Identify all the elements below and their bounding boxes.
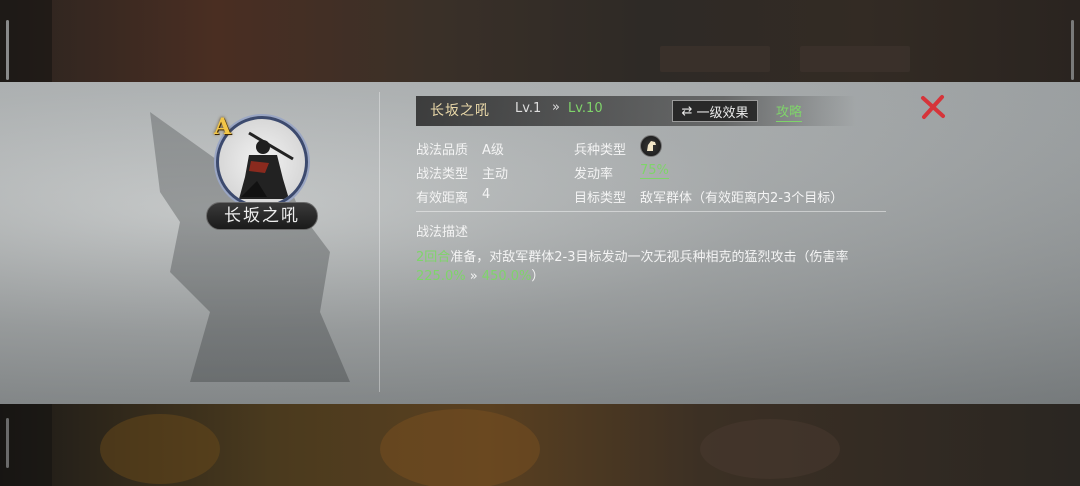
scrollbar-left-top[interactable] [6,20,9,80]
guide-link[interactable]: 攻略 [776,101,803,122]
troop-type-label: 兵种类型 [574,143,627,158]
scrollbar-left-bottom[interactable] [6,418,9,468]
prep-turns: 2回合 [416,250,451,265]
skill-level: Lv.1 [515,101,542,116]
quality-label: 战法品质 [416,143,469,158]
description-main: 准备，对敌军群体2-3目标发动一次无视兵种相克的猛烈攻击（伤害率 [450,250,849,265]
close-icon [921,95,945,119]
quality-value: A级 [482,143,504,158]
trigger-rate-label: 发动率 [574,167,614,182]
range-label: 有效距离 [416,191,469,206]
skill-title: 长坂之吼 [430,103,490,119]
type-value: 主动 [482,167,509,182]
cavalry-horse-icon [640,135,662,157]
level-effect-button[interactable]: ⇄ 一级效果 [672,100,758,122]
target-type-label: 目标类型 [574,191,627,206]
scrollbar-right[interactable] [1071,20,1074,80]
attributes-divider [416,211,886,212]
damage-rate-to: 450.0% [481,269,532,284]
level-effect-label: 一级效果 [696,105,749,121]
skill-detail-panel: A 长坂之吼 长坂之吼 Lv.1 » Lv.10 ⇄ 一级效果 攻略 战法品质 … [0,82,1080,404]
background-bottom [0,404,1080,486]
description-end: ） [531,269,545,284]
skill-grade-badge: A [214,114,232,140]
close-button[interactable] [918,92,948,122]
target-type-value: 敌军群体（有效距离内2-3个目标） [640,191,844,206]
background-top [0,0,1080,82]
type-label: 战法类型 [416,167,469,182]
range-value: 4 [482,187,491,202]
damage-arrow: » [465,269,482,284]
background-tab [660,46,770,72]
background-tab [800,46,910,72]
description-text: 2回合准备，对敌军群体2-3目标发动一次无视兵种相克的猛烈攻击（伤害率 225.0… [416,248,886,286]
trigger-rate-value[interactable]: 75% [640,163,669,179]
level-arrow-icon: » [552,100,560,115]
swap-arrows-icon: ⇄ [681,103,693,119]
description-title: 战法描述 [416,225,469,240]
damage-rate-from: 225.0% [416,269,466,284]
troop-type-value [640,135,662,157]
skill-name-plate: 长坂之吼 [206,202,318,230]
vertical-divider [379,92,380,392]
skill-max-level: Lv.10 [568,101,603,116]
